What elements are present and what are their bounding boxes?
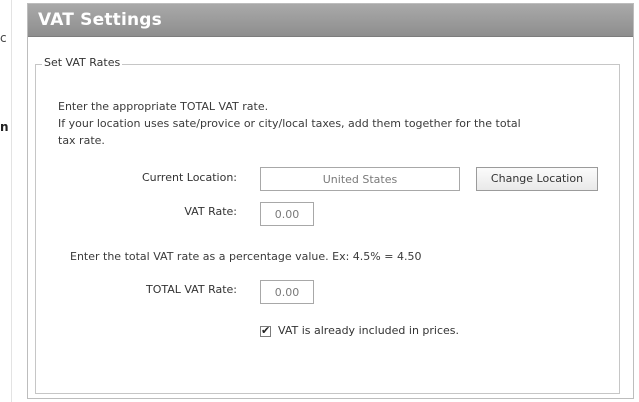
intro-text-line-3: tax rate. (58, 134, 105, 147)
intro-text-line-2: If your location uses sate/provice or ci… (58, 117, 521, 130)
left-fragment-n: n (0, 120, 9, 134)
screen: c n VAT Settings Set VAT Rates Enter the… (0, 0, 639, 402)
panel-header: VAT Settings (28, 4, 633, 37)
vat-rate-field[interactable] (260, 202, 314, 226)
current-location-label: Current Location: (141, 171, 237, 184)
total-vat-rate-field[interactable] (260, 280, 314, 304)
left-fragment-c: c (0, 31, 7, 45)
left-edge-divider (11, 0, 12, 402)
intro-text-line-1: Enter the appropriate TOTAL VAT rate. (58, 100, 269, 113)
checkmark-icon: ✔ (261, 324, 271, 337)
vat-rate-label: VAT Rate: (184, 205, 237, 218)
change-location-button[interactable]: Change Location (476, 167, 598, 191)
fieldset-legend: Set VAT Rates (42, 56, 123, 69)
vat-included-checkbox[interactable]: ✔ (260, 324, 271, 337)
current-location-field[interactable] (260, 167, 460, 191)
vat-included-label[interactable]: VAT is already included in prices. (278, 324, 459, 337)
total-vat-rate-label: TOTAL VAT Rate: (145, 283, 237, 296)
panel-title: VAT Settings (38, 10, 162, 30)
vat-settings-panel: VAT Settings Set VAT Rates Enter the app… (27, 3, 634, 399)
set-vat-rates-fieldset: Set VAT Rates Enter the appropriate TOTA… (35, 56, 620, 394)
vat-rate-instruction: Enter the total VAT rate as a percentage… (70, 250, 422, 263)
